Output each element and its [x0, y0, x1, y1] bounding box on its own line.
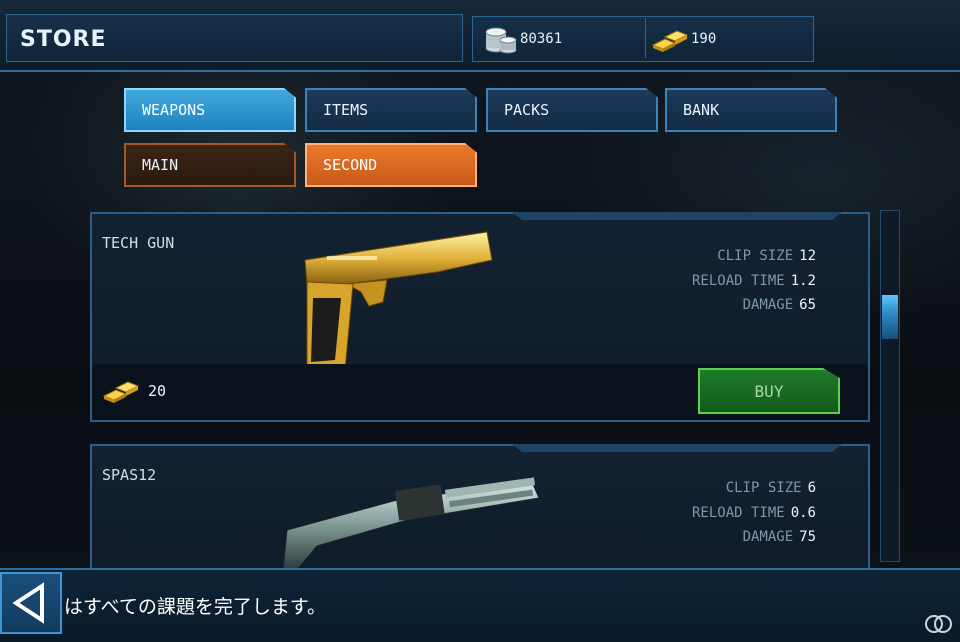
- stat-label: CLIP SIZE: [725, 480, 802, 496]
- page-title: STORE: [20, 27, 107, 52]
- tab-label: BANK: [683, 101, 720, 119]
- weapon-card[interactable]: TECH GUN CLIP SIZE 12 RELOAD TIME 1.2 DAMA…: [90, 212, 870, 422]
- price-value: 20: [148, 382, 167, 400]
- stat-damage: DAMAGE 75: [743, 529, 816, 545]
- currency-divider: [645, 18, 646, 58]
- gold-bars-icon: [102, 381, 140, 403]
- tab-label: PACKS: [504, 101, 550, 119]
- subtab-main[interactable]: MAIN: [124, 143, 296, 187]
- tab-label: WEAPONS: [142, 101, 206, 119]
- stat-reload-time: RELOAD TIME 1.2: [692, 273, 816, 289]
- subtitle-text: はすべての課題を完了します。: [64, 596, 327, 618]
- tab-weapons[interactable]: WEAPONS: [124, 88, 296, 132]
- gold-bars-icon: [651, 30, 689, 52]
- card-accent: [512, 212, 842, 220]
- stat-value: 1.2: [790, 273, 816, 289]
- stat-value: 65: [799, 297, 816, 313]
- silver-coins-icon: [485, 27, 517, 54]
- stat-damage: DAMAGE 65: [743, 297, 816, 313]
- stat-value: 6: [807, 480, 816, 496]
- buy-label: BUY: [754, 381, 784, 401]
- gold-amount: 190: [691, 31, 717, 47]
- golden-pistol-icon: [304, 231, 493, 375]
- stat-label: DAMAGE: [742, 529, 794, 545]
- scrollbar-thumb[interactable]: [882, 295, 898, 339]
- stat-reload-time: RELOAD TIME 0.6: [692, 505, 816, 521]
- weapon-card[interactable]: SPAS12 CLIP SIZE 6 RELOAD TIME 0.6 DAMAGE 7…: [90, 444, 870, 570]
- tab-bank[interactable]: BANK: [665, 88, 837, 132]
- stat-label: RELOAD TIME: [691, 505, 785, 521]
- stat-label: DAMAGE: [742, 297, 794, 313]
- scrollbar-track[interactable]: [880, 210, 900, 562]
- watermark-logo-icon: [925, 615, 952, 633]
- shotgun-icon: [282, 477, 540, 570]
- tab-label: ITEMS: [323, 101, 369, 119]
- stat-clip-size: CLIP SIZE 12: [717, 248, 816, 264]
- back-arrow-icon: [12, 582, 44, 624]
- stat-value: 75: [799, 529, 816, 545]
- card-accent: [512, 444, 842, 452]
- subtab-label: MAIN: [142, 156, 179, 174]
- tab-packs[interactable]: PACKS: [486, 88, 658, 132]
- stat-label: RELOAD TIME: [691, 273, 785, 289]
- tab-items[interactable]: ITEMS: [305, 88, 477, 132]
- buy-button[interactable]: BUY: [698, 368, 840, 414]
- subtab-second[interactable]: SECOND: [305, 143, 477, 187]
- stat-value: 0.6: [790, 505, 816, 521]
- stat-label: CLIP SIZE: [717, 248, 794, 264]
- weapon-name: TECH GUN: [102, 234, 175, 252]
- stat-clip-size: CLIP SIZE 6: [726, 480, 816, 496]
- subtab-label: SECOND: [323, 156, 378, 174]
- weapon-name: SPAS12: [102, 466, 157, 484]
- silver-amount: 80361: [520, 31, 563, 47]
- back-button[interactable]: [0, 572, 62, 634]
- stat-value: 12: [799, 248, 816, 264]
